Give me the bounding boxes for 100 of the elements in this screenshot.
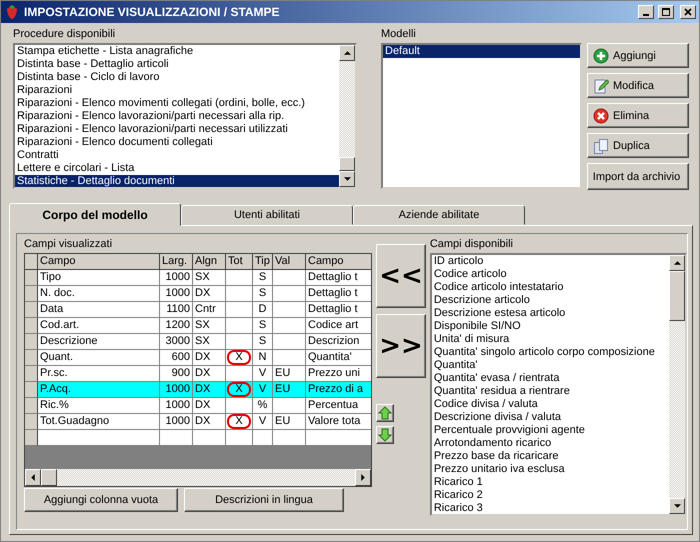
table-cell[interactable]: Percentua: [306, 398, 371, 414]
list-item[interactable]: Riparazioni - Elenco lavorazioni/parti necessari alla rip.: [15, 110, 339, 123]
table-cell[interactable]: Valore tota: [306, 414, 371, 430]
table-cell[interactable]: [253, 430, 273, 446]
procedures-list[interactable]: [13, 43, 357, 189]
scrollbar[interactable]: [339, 45, 355, 187]
move-up-button[interactable]: [376, 404, 394, 422]
table-cell[interactable]: [273, 350, 306, 366]
table-cell[interactable]: SX: [193, 270, 226, 286]
column-header[interactable]: Campo: [306, 254, 371, 270]
column-header[interactable]: Tot: [226, 254, 253, 270]
table-cell[interactable]: EU: [273, 414, 306, 430]
minimize-button[interactable]: [638, 5, 654, 19]
table-cell[interactable]: 3000: [160, 334, 193, 350]
list-item[interactable]: Codice articolo: [432, 268, 669, 281]
table-cell[interactable]: N. doc.: [38, 286, 160, 302]
table-cell[interactable]: Ric.%: [38, 398, 160, 414]
list-item[interactable]: Codice articolo intestatario: [432, 281, 669, 294]
tab[interactable]: Aziende abilitate: [353, 205, 525, 225]
table-cell[interactable]: Dettaglio t: [306, 302, 371, 318]
scroll-right-button[interactable]: [355, 469, 371, 486]
scroll-thumb[interactable]: [41, 469, 57, 486]
table-cell[interactable]: %: [253, 398, 273, 414]
fields-table[interactable]: [24, 253, 372, 487]
action-button[interactable]: Descrizioni in lingua: [184, 488, 344, 512]
table-cell[interactable]: D: [253, 302, 273, 318]
row-header[interactable]: [25, 318, 38, 334]
table-cell[interactable]: EU: [273, 382, 306, 398]
column-header[interactable]: Campo: [38, 254, 160, 270]
table-cell[interactable]: Cod.art.: [38, 318, 160, 334]
table-cell[interactable]: DX: [193, 350, 226, 366]
table-cell[interactable]: 1100: [160, 302, 193, 318]
table-cell[interactable]: S: [253, 286, 273, 302]
list-item[interactable]: Prezzo base da ricaricare: [432, 450, 669, 463]
table-cell[interactable]: 1000: [160, 286, 193, 302]
row-header[interactable]: [25, 366, 38, 382]
table-cell[interactable]: S: [253, 318, 273, 334]
scrollbar[interactable]: [669, 255, 685, 514]
table-cell[interactable]: [273, 430, 306, 446]
table-cell[interactable]: DX: [193, 382, 226, 398]
list-item[interactable]: Descrizione estesa articolo: [432, 307, 669, 320]
list-item[interactable]: Ricarico 1: [432, 476, 669, 489]
list-item[interactable]: Quantita' evasa / rientrata: [432, 372, 669, 385]
scroll-down-button[interactable]: [669, 498, 685, 514]
scroll-down-button[interactable]: [339, 171, 355, 187]
table-cell[interactable]: N: [253, 350, 273, 366]
table-cell[interactable]: Codice art: [306, 318, 371, 334]
column-header[interactable]: Val: [273, 254, 306, 270]
table-cell[interactable]: Descrizion: [306, 334, 371, 350]
row-header[interactable]: [25, 382, 38, 398]
row-header[interactable]: [25, 430, 38, 446]
row-header[interactable]: [25, 334, 38, 350]
scroll-thumb[interactable]: [669, 271, 685, 321]
table-cell[interactable]: Quant.: [38, 350, 160, 366]
table-cell[interactable]: [226, 270, 253, 286]
list-item[interactable]: Quantita': [432, 359, 669, 372]
table-cell[interactable]: S: [253, 334, 273, 350]
table-cell[interactable]: 1000: [160, 398, 193, 414]
list-item[interactable]: Unita' di misura: [432, 333, 669, 346]
row-header[interactable]: [25, 350, 38, 366]
table-cell[interactable]: S: [253, 270, 273, 286]
table-cell[interactable]: Prezzo di a: [306, 382, 371, 398]
row-header[interactable]: [25, 398, 38, 414]
table-cell[interactable]: [273, 318, 306, 334]
table-cell[interactable]: [226, 430, 253, 446]
list-item[interactable]: Ricarico 2: [432, 489, 669, 502]
table-cell[interactable]: X: [226, 350, 253, 366]
list-item[interactable]: Lettere e circolari - Lista: [15, 162, 339, 175]
model-button[interactable]: Duplica: [587, 133, 689, 158]
model-button[interactable]: Modifica: [587, 73, 689, 98]
column-header[interactable]: Algn: [193, 254, 226, 270]
table-cell[interactable]: Tipo: [38, 270, 160, 286]
table-cell[interactable]: DX: [193, 398, 226, 414]
tab[interactable]: Corpo del modello: [9, 203, 181, 226]
close-button[interactable]: [680, 5, 696, 19]
table-cell[interactable]: [273, 270, 306, 286]
list-item[interactable]: ID articolo: [432, 255, 669, 268]
list-item[interactable]: Descrizione divisa / valuta: [432, 411, 669, 424]
table-cell[interactable]: V: [253, 382, 273, 398]
table-cell[interactable]: [160, 430, 193, 446]
table-cell[interactable]: Dettaglio t: [306, 270, 371, 286]
table-cell[interactable]: [273, 302, 306, 318]
tab[interactable]: Utenti abilitati: [181, 205, 353, 225]
table-cell[interactable]: [273, 286, 306, 302]
table-cell[interactable]: Data: [38, 302, 160, 318]
table-cell[interactable]: 1000: [160, 270, 193, 286]
action-button[interactable]: Aggiungi colonna vuota: [24, 488, 178, 512]
models-list[interactable]: Default: [381, 43, 582, 189]
list-item[interactable]: Disponibile SI/NO: [432, 320, 669, 333]
list-item[interactable]: Riparazioni: [15, 84, 339, 97]
table-cell[interactable]: Dettaglio t: [306, 286, 371, 302]
table-cell[interactable]: [226, 398, 253, 414]
table-cell[interactable]: Quantita': [306, 350, 371, 366]
model-button[interactable]: Import da archivio: [587, 163, 689, 190]
table-cell[interactable]: [226, 318, 253, 334]
model-button[interactable]: Elimina: [587, 103, 689, 128]
column-header[interactable]: Tip: [253, 254, 273, 270]
list-item[interactable]: Riparazioni - Elenco documenti collegati: [15, 136, 339, 149]
table-cell[interactable]: [273, 334, 306, 350]
table-cell[interactable]: [226, 302, 253, 318]
